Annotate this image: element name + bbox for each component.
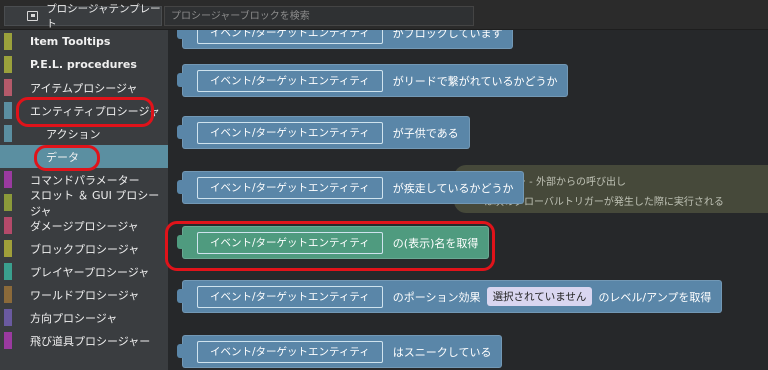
sidebar-item-label: P.E.L. procedures	[30, 58, 137, 71]
sidebar-item-label: Item Tooltips	[30, 35, 111, 48]
category-color-swatch	[4, 309, 12, 326]
block-text: のポーション効果	[392, 290, 481, 304]
block-notch	[177, 125, 184, 139]
sidebar-item-label: アイテムプロシージャ	[30, 81, 138, 95]
procedure-template-label: プロシージャテンプレート	[46, 3, 161, 30]
block-notch	[177, 289, 184, 303]
block-notch	[177, 235, 184, 249]
procedure-block-potion-effect-level[interactable]: イベント/ターゲットエンティティ のポーション効果 選択されていません のレベル…	[177, 280, 723, 313]
sidebar-item-item-tooltips[interactable]: Item Tooltips	[0, 30, 168, 53]
block-notch	[177, 30, 184, 39]
sidebar-item-label: 方向プロシージャ	[30, 311, 118, 325]
sidebar-item-pel-procedures[interactable]: P.E.L. procedures	[0, 53, 168, 76]
category-color-swatch	[4, 33, 12, 50]
category-color-swatch	[4, 171, 12, 188]
sidebar-item-item-procedures[interactable]: アイテムプロシージャ	[0, 76, 168, 99]
category-color-swatch	[4, 240, 12, 257]
block-text: がリードで繋がれているかどうか	[392, 74, 558, 88]
category-color-swatch	[4, 194, 12, 211]
entity-input-chip[interactable]: イベント/ターゲットエンティティ	[197, 69, 383, 92]
category-sidebar: Item Tooltips P.E.L. procedures アイテムプロシー…	[0, 30, 168, 370]
sidebar-item-label: データ	[46, 150, 79, 164]
procedure-block-get-display-name[interactable]: イベント/ターゲットエンティティ の(表示)名を取得	[177, 226, 490, 259]
sidebar-item-label: ワールドプロシージャ	[30, 288, 140, 302]
block-notch	[177, 73, 184, 87]
procedure-block-search-input[interactable]	[164, 6, 474, 26]
category-color-swatch	[4, 148, 12, 165]
sidebar-item-direction-procedures[interactable]: 方向プロシージャ	[0, 306, 168, 329]
sidebar-item-label: 飛び道具プロシージャー	[30, 334, 151, 348]
block-notch	[177, 180, 184, 194]
block-notch	[177, 344, 184, 358]
category-color-swatch	[4, 56, 12, 73]
template-icon	[27, 11, 39, 21]
entity-input-chip[interactable]: イベント/ターゲットエンティティ	[197, 176, 383, 199]
procedure-template-button[interactable]: プロシージャテンプレート	[4, 3, 162, 30]
top-toolbar: プロシージャテンプレート	[0, 0, 768, 30]
sidebar-item-projectile-procedures[interactable]: 飛び道具プロシージャー	[0, 329, 168, 352]
block-text: が子供である	[392, 126, 459, 140]
entity-input-chip[interactable]: イベント/ターゲットエンティティ	[197, 30, 383, 44]
sidebar-item-label: コマンドパラメーター	[30, 173, 140, 187]
category-color-swatch	[4, 263, 12, 280]
procedure-block-is-blocking[interactable]: イベント/ターゲットエンティティ がブロックしています	[177, 30, 514, 49]
procedure-block-is-child[interactable]: イベント/ターゲットエンティティ が子供である	[177, 116, 470, 149]
category-color-swatch	[4, 102, 12, 119]
sidebar-item-label: ブロックプロシージャ	[30, 242, 140, 256]
category-color-swatch	[4, 286, 12, 303]
entity-input-chip[interactable]: イベント/ターゲットエンティティ	[197, 121, 383, 144]
sidebar-item-entity-procedures[interactable]: エンティティプロシージャ	[0, 99, 168, 122]
sidebar-item-action[interactable]: アクション	[0, 122, 168, 145]
category-color-swatch	[4, 125, 12, 142]
category-color-swatch	[4, 332, 12, 349]
procedure-block-is-sprinting[interactable]: イベント/ターゲットエンティティ が疾走しているかどうか	[177, 171, 525, 204]
sidebar-item-label: プレイヤープロシージャ	[30, 265, 150, 279]
sidebar-item-label: アクション	[46, 127, 101, 141]
entity-input-chip[interactable]: イベント/ターゲットエンティティ	[197, 340, 383, 363]
entity-input-chip[interactable]: イベント/ターゲットエンティティ	[197, 231, 383, 254]
sidebar-item-player-procedures[interactable]: プレイヤープロシージャ	[0, 260, 168, 283]
category-color-swatch	[4, 217, 12, 234]
sidebar-item-label: ダメージプロシージャ	[30, 219, 139, 233]
block-text-suffix: のレベル/アンプを取得	[598, 290, 712, 304]
sidebar-item-label: エンティティプロシージャ	[30, 104, 160, 118]
block-text: がブロックしています	[392, 30, 503, 40]
procedure-block-is-sneaking[interactable]: イベント/ターゲットエンティティ はスニークしている	[177, 335, 503, 368]
sidebar-item-slot-gui-procedures[interactable]: スロット ＆ GUI プロシージャ	[0, 189, 168, 218]
block-text: の(表示)名を取得	[392, 236, 479, 250]
block-text: はスニークしている	[392, 345, 492, 359]
entity-input-chip[interactable]: イベント/ターゲットエンティティ	[197, 285, 383, 308]
sidebar-item-world-procedures[interactable]: ワールドプロシージャ	[0, 283, 168, 306]
block-palette-canvas[interactable]: トトリガー - 外部からの呼び出し は次のグローバルトリガーが発生した際に実行さ…	[168, 30, 768, 370]
procedure-block-is-leashed[interactable]: イベント/ターゲットエンティティ がリードで繋がれているかどうか	[177, 64, 569, 97]
sidebar-item-block-procedures[interactable]: ブロックプロシージャ	[0, 237, 168, 260]
sidebar-item-damage-procedures[interactable]: ダメージプロシージャ	[0, 214, 168, 237]
potion-effect-dropdown[interactable]: 選択されていません	[486, 287, 593, 306]
sidebar-item-data[interactable]: データ	[0, 145, 168, 168]
category-color-swatch	[4, 79, 12, 96]
block-text: が疾走しているかどうか	[392, 181, 514, 195]
